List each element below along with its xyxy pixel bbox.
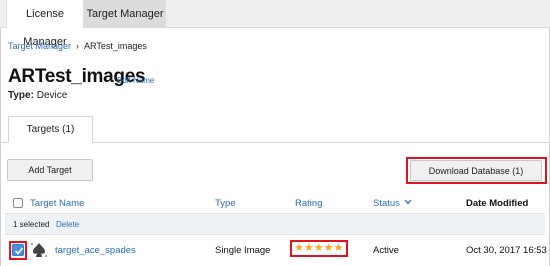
- column-header-type[interactable]: Type: [215, 198, 236, 209]
- rating-stars: ★★★★★: [294, 242, 344, 254]
- column-header-date-modified: Date Modified: [466, 198, 529, 209]
- checkmark-icon: [14, 247, 24, 255]
- selection-bar: 1 selected Delete: [5, 213, 545, 235]
- add-target-button[interactable]: Add Target: [7, 159, 93, 181]
- tab-targets[interactable]: Targets (1): [8, 116, 93, 143]
- target-status: Active: [373, 245, 399, 256]
- selection-count: 1 selected: [13, 220, 50, 229]
- breadcrumb: Target Manager › ARTest_images: [8, 41, 147, 51]
- spade-thumbnail-icon: [29, 241, 49, 259]
- nav-tab-license-manager[interactable]: License Manager: [6, 0, 84, 48]
- download-database-button[interactable]: Download Database (1): [410, 160, 542, 181]
- database-type: Type: Device: [8, 90, 67, 101]
- database-type-label: Type:: [8, 90, 34, 101]
- nav-tab-target-manager[interactable]: Target Manager: [84, 0, 166, 28]
- breadcrumb-current: ARTest_images: [84, 41, 147, 51]
- column-header-rating[interactable]: Rating: [295, 198, 322, 209]
- column-header-status[interactable]: Status: [373, 198, 412, 209]
- database-type-value: Device: [36, 90, 68, 101]
- row-checkbox[interactable]: [12, 244, 24, 256]
- top-navigation: License Manager Target Manager: [0, 0, 550, 48]
- chevron-down-icon: [404, 199, 412, 205]
- breadcrumb-separator: ›: [76, 41, 80, 51]
- edit-name-link[interactable]: Edit Name: [117, 76, 154, 85]
- column-header-status-label: Status: [373, 198, 400, 209]
- select-all-checkbox[interactable]: [13, 198, 23, 208]
- table-header: Target Name Type Rating Status Date Modi…: [0, 192, 550, 212]
- target-name-link[interactable]: target_ace_spades: [55, 245, 136, 256]
- column-header-target-name[interactable]: Target Name: [30, 198, 84, 209]
- target-date-modified: Oct 30, 2017 16:53: [466, 245, 547, 256]
- target-type: Single Image: [215, 245, 271, 256]
- breadcrumb-target-manager[interactable]: Target Manager: [8, 41, 71, 51]
- delete-link[interactable]: Delete: [56, 220, 79, 229]
